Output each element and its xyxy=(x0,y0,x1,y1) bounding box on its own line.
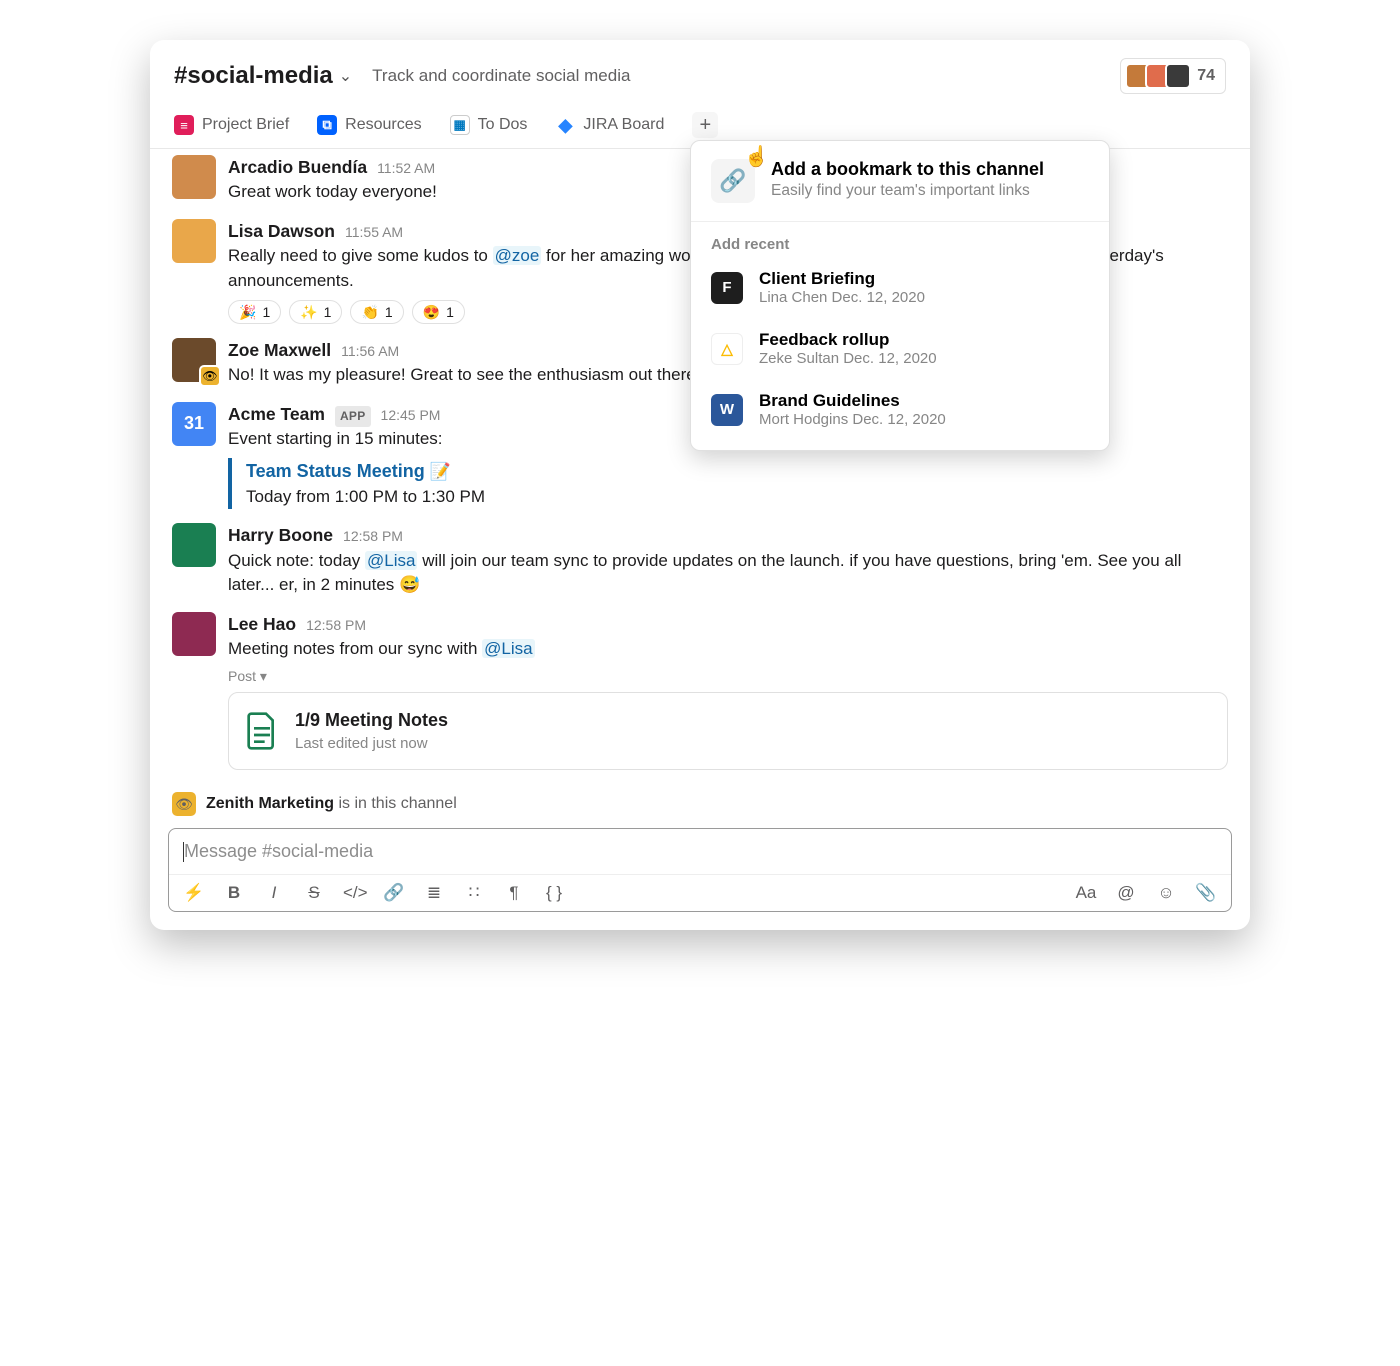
dropdown-title: Add a bookmark to this channel xyxy=(771,159,1044,180)
post-file-icon xyxy=(245,711,279,751)
message-time: 11:56 AM xyxy=(341,341,399,361)
author-name[interactable]: Acme Team xyxy=(228,402,325,427)
attachment[interactable]: 1/9 Meeting Notes Last edited just now xyxy=(228,692,1228,770)
recent-item-title: Feedback rollup xyxy=(759,330,937,350)
message-text: Quick note: today @Lisa will join our te… xyxy=(228,549,1228,598)
google-drive-icon: △ xyxy=(711,333,743,365)
mention[interactable]: @Lisa xyxy=(482,639,534,658)
message-time: 12:45 PM xyxy=(381,405,441,425)
member-count: 74 xyxy=(1197,67,1215,85)
trello-icon: ▦ xyxy=(450,115,470,135)
member-list-button[interactable]: 74 xyxy=(1120,58,1226,94)
avatar[interactable] xyxy=(172,523,216,567)
mention[interactable]: @zoe xyxy=(493,246,542,265)
post-label[interactable]: Post ▾ xyxy=(228,666,1228,686)
bookmark-project-brief[interactable]: ≡ Project Brief xyxy=(174,115,289,135)
message-time: 11:52 AM xyxy=(377,158,435,178)
channel-topic[interactable]: Track and coordinate social media xyxy=(372,66,630,86)
message-composer[interactable]: Message #social-media ⚡ B I S </> 🔗 ≣ ∷ … xyxy=(168,828,1232,912)
code-block-icon[interactable]: { } xyxy=(543,883,565,903)
mention[interactable]: @Lisa xyxy=(365,551,417,570)
italic-icon[interactable]: I xyxy=(263,883,285,903)
bullet-list-icon[interactable]: ∷ xyxy=(463,883,485,903)
mention-icon[interactable]: @ xyxy=(1115,883,1137,903)
bookmark-label: JIRA Board xyxy=(583,116,664,134)
format-icon[interactable]: Aa xyxy=(1075,883,1097,903)
reaction[interactable]: 🎉1 xyxy=(228,300,281,324)
word-icon: W xyxy=(711,394,743,426)
dropdown-subtitle: Easily find your team's important links xyxy=(771,182,1044,200)
bold-icon[interactable]: B xyxy=(223,883,245,903)
event-title[interactable]: Team Status Meeting xyxy=(246,461,425,481)
blockquote-icon[interactable]: ¶ xyxy=(503,883,525,903)
bookmark-label: To Dos xyxy=(478,116,528,134)
bookmark-jira-board[interactable]: ◆ JIRA Board xyxy=(555,115,664,135)
author-name[interactable]: Lee Hao xyxy=(228,612,296,637)
attachment-subtitle: Last edited just now xyxy=(295,733,448,755)
calendar-icon[interactable]: 31 xyxy=(172,402,216,446)
org-name[interactable]: Zenith Marketing xyxy=(206,795,334,812)
author-name[interactable]: Arcadio Buendía xyxy=(228,155,367,180)
author-name[interactable]: Zoe Maxwell xyxy=(228,338,331,363)
reaction[interactable]: 👏1 xyxy=(350,300,403,324)
figma-icon: F xyxy=(711,272,743,304)
bookmark-to-dos[interactable]: ▦ To Dos xyxy=(450,115,528,135)
avatar[interactable] xyxy=(172,612,216,656)
recent-item-meta: Lina Chen Dec. 12, 2020 xyxy=(759,289,925,306)
message-time: 12:58 PM xyxy=(306,615,366,635)
recent-item-client-briefing[interactable]: F Client Briefing Lina Chen Dec. 12, 202… xyxy=(691,257,1109,318)
add-bookmark-button[interactable]: + xyxy=(692,112,718,138)
recent-item-meta: Zeke Sultan Dec. 12, 2020 xyxy=(759,350,937,367)
org-badge-icon: 👁 xyxy=(172,792,196,816)
cursor-icon: ☝ xyxy=(744,144,769,169)
bookmark-label: Project Brief xyxy=(202,116,289,134)
chevron-down-icon[interactable]: ⌄ xyxy=(339,66,352,86)
dropbox-icon: ⧉ xyxy=(317,115,337,135)
code-icon[interactable]: </> xyxy=(343,883,365,903)
avatar xyxy=(1165,63,1191,89)
composer-toolbar: ⚡ B I S </> 🔗 ≣ ∷ ¶ { } Aa @ ☺ 📎 xyxy=(169,874,1231,911)
avatar[interactable] xyxy=(172,155,216,199)
shortcuts-icon[interactable]: ⚡ xyxy=(183,883,205,903)
channel-name[interactable]: #social-media xyxy=(174,62,333,90)
channel-notice: 👁 Zenith Marketing is in this channel xyxy=(150,784,1250,824)
attachment-title: 1/9 Meeting Notes xyxy=(295,707,448,733)
message: Lee Hao 12:58 PM Meeting notes from our … xyxy=(172,606,1228,778)
recent-item-brand-guidelines[interactable]: W Brand Guidelines Mort Hodgins Dec. 12,… xyxy=(691,379,1109,440)
message-time: 12:58 PM xyxy=(343,526,403,546)
jira-icon: ◆ xyxy=(555,115,575,135)
message-input[interactable]: Message #social-media xyxy=(169,829,1231,874)
message-time: 11:55 AM xyxy=(345,222,403,242)
status-badge-icon: 👁 xyxy=(199,365,221,387)
recent-item-feedback-rollup[interactable]: △ Feedback rollup Zeke Sultan Dec. 12, 2… xyxy=(691,318,1109,379)
strike-icon[interactable]: S xyxy=(303,883,325,903)
link-icon[interactable]: 🔗 xyxy=(383,883,405,903)
event-detail: Today from 1:00 PM to 1:30 PM xyxy=(246,485,1228,510)
emoji-icon[interactable]: ☺ xyxy=(1155,883,1177,903)
memo-icon: 📝 xyxy=(429,462,450,481)
message-text: Meeting notes from our sync with @Lisa xyxy=(228,637,1228,662)
recent-item-title: Brand Guidelines xyxy=(759,391,946,411)
reaction[interactable]: 😍1 xyxy=(412,300,465,324)
recent-item-meta: Mort Hodgins Dec. 12, 2020 xyxy=(759,411,946,428)
app-badge: APP xyxy=(335,406,371,427)
avatar[interactable] xyxy=(172,219,216,263)
add-bookmark-dropdown: 🔗 Add a bookmark to this channel Easily … xyxy=(690,140,1110,451)
author-name[interactable]: Harry Boone xyxy=(228,523,333,548)
notice-text: is in this channel xyxy=(334,795,457,812)
avatar[interactable]: 👁 xyxy=(172,338,216,382)
ordered-list-icon[interactable]: ≣ xyxy=(423,883,445,903)
bookmark-label: Resources xyxy=(345,116,421,134)
bookmark-resources[interactable]: ⧉ Resources xyxy=(317,115,421,135)
reaction[interactable]: ✨1 xyxy=(289,300,342,324)
dropdown-section-label: Add recent xyxy=(691,222,1109,257)
recent-item-title: Client Briefing xyxy=(759,269,925,289)
author-name[interactable]: Lisa Dawson xyxy=(228,219,335,244)
message: Harry Boone 12:58 PM Quick note: today @… xyxy=(172,517,1228,606)
attach-icon[interactable]: 📎 xyxy=(1195,883,1217,903)
doc-icon: ≡ xyxy=(174,115,194,135)
